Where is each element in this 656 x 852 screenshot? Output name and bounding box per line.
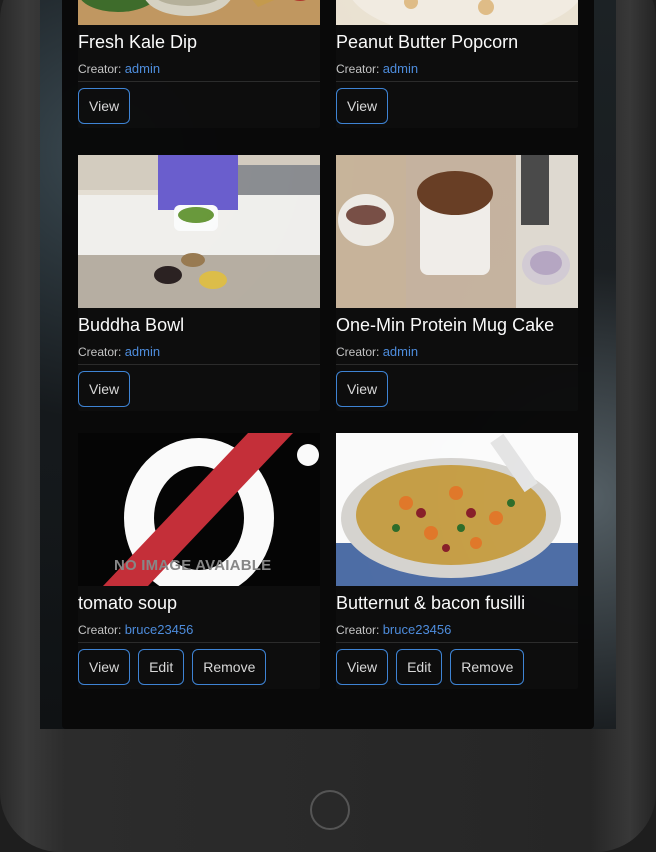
view-button[interactable]: View (336, 88, 389, 124)
recipe-card: Buddha Bowl Creator: admin View (78, 155, 320, 411)
recipe-creator: Creator: bruce23456 (78, 622, 194, 637)
card-actions: View (78, 371, 131, 407)
recipe-creator: Creator: admin (336, 61, 419, 76)
divider (336, 364, 578, 365)
no-image-placeholder: NO IMAGE AVAIABLE (78, 433, 320, 586)
divider (336, 81, 578, 82)
divider (336, 642, 578, 643)
recipe-image (336, 155, 578, 308)
recipe-image (78, 155, 320, 308)
creator-link[interactable]: bruce23456 (125, 622, 194, 637)
recipe-creator: Creator: admin (336, 344, 419, 359)
recipe-card: Peanut Butter Popcorn Creator: admin Vie… (336, 0, 578, 128)
creator-link[interactable]: admin (383, 61, 418, 76)
creator-link[interactable]: admin (125, 61, 160, 76)
card-actions: View (78, 88, 131, 124)
recipe-card: NO IMAGE AVAIABLE tomato soup Creator: b… (78, 433, 320, 689)
recipe-image (78, 0, 320, 25)
home-button[interactable] (310, 790, 350, 830)
view-button[interactable]: View (336, 649, 389, 685)
view-button[interactable]: View (78, 649, 131, 685)
edit-button[interactable]: Edit (138, 649, 185, 685)
card-actions: View Edit Remove (336, 649, 525, 685)
recipe-grid: Fresh Kale Dip Creator: admin View Peanu… (62, 0, 594, 729)
view-button[interactable]: View (78, 88, 131, 124)
view-button[interactable]: View (336, 371, 389, 407)
edit-button[interactable]: Edit (396, 649, 443, 685)
recipe-card: Fresh Kale Dip Creator: admin View (78, 0, 320, 128)
tablet-frame: Fresh Kale Dip Creator: admin View Peanu… (0, 0, 656, 852)
divider (78, 81, 320, 82)
recipe-image (336, 433, 578, 586)
recipe-title: One-Min Protein Mug Cake (336, 315, 555, 335)
divider (78, 364, 320, 365)
recipe-title: Fresh Kale Dip (78, 32, 198, 52)
recipe-creator: Creator: bruce23456 (336, 622, 452, 637)
no-image-text: NO IMAGE AVAIABLE (114, 557, 272, 574)
recipe-title: Buddha Bowl (78, 315, 185, 335)
creator-link[interactable]: bruce23456 (383, 622, 452, 637)
remove-button[interactable]: Remove (450, 649, 525, 685)
card-actions: View (336, 371, 389, 407)
recipe-creator: Creator: admin (78, 344, 161, 359)
remove-button[interactable]: Remove (192, 649, 267, 685)
divider (78, 642, 320, 643)
recipe-card: Butternut & bacon fusilli Creator: bruce… (336, 433, 578, 689)
card-actions: View Edit Remove (78, 649, 267, 685)
recipe-title: tomato soup (78, 593, 178, 613)
recipe-card: One-Min Protein Mug Cake Creator: admin … (336, 155, 578, 411)
view-button[interactable]: View (78, 371, 131, 407)
recipe-image (336, 0, 578, 25)
card-actions: View (336, 88, 389, 124)
recipe-title: Peanut Butter Popcorn (336, 32, 519, 52)
creator-link[interactable]: admin (125, 344, 160, 359)
screen: Fresh Kale Dip Creator: admin View Peanu… (40, 0, 616, 729)
recipe-creator: Creator: admin (78, 61, 161, 76)
recipe-title: Butternut & bacon fusilli (336, 593, 526, 613)
creator-link[interactable]: admin (383, 344, 418, 359)
